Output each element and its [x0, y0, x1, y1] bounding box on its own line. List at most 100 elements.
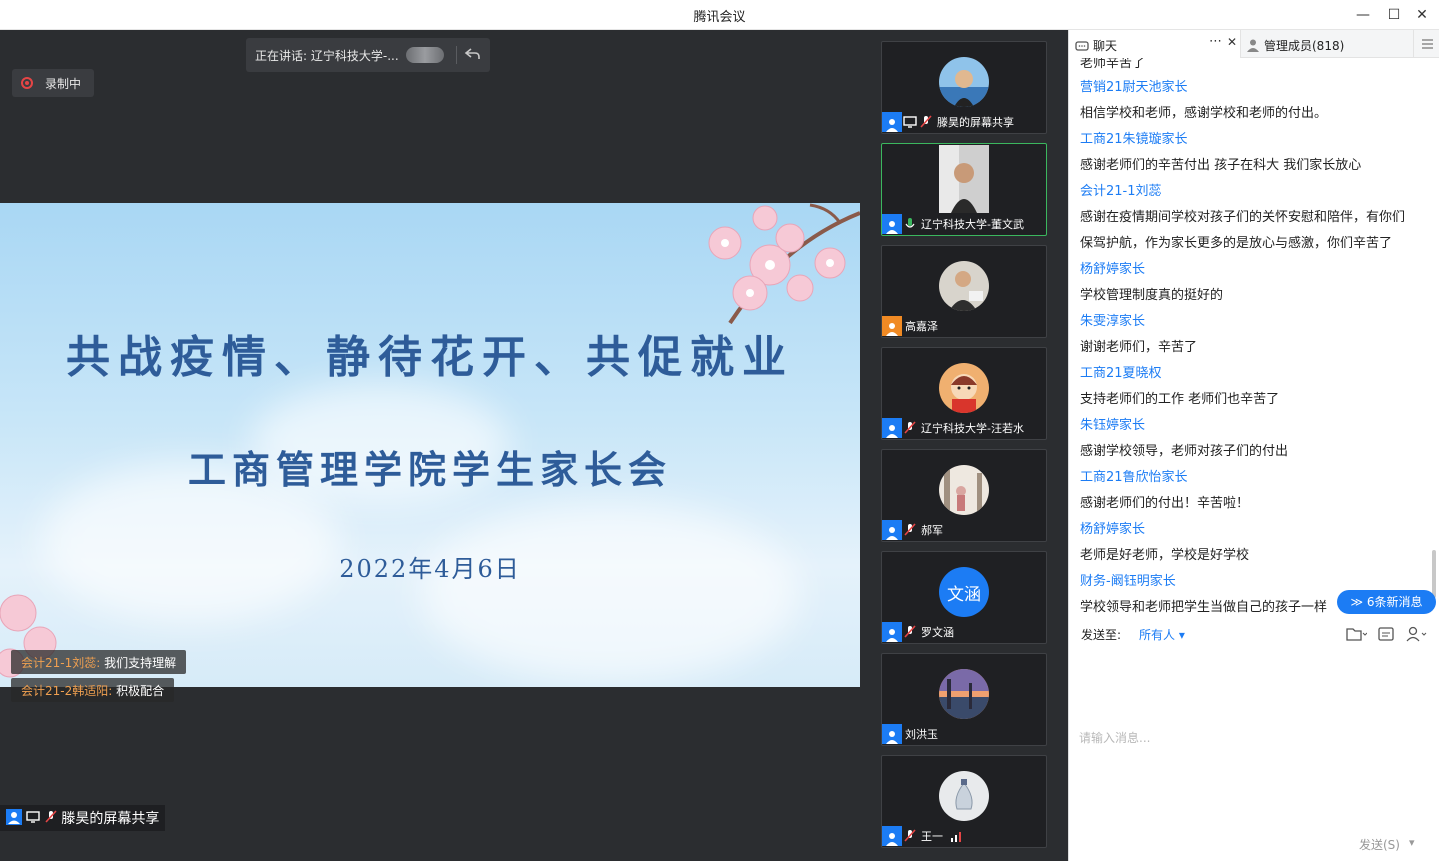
tile-info-bar: 王一	[882, 826, 965, 846]
message-sender[interactable]: 工商21朱镜璇家长	[1080, 128, 1188, 147]
message-text: 感谢老师们的辛苦付出 孩子在科大 我们家长放心	[1080, 158, 1362, 173]
more-icon[interactable]: ⋯	[1209, 34, 1222, 49]
user-icon	[882, 622, 902, 642]
cherry-blossom-branch	[708, 203, 860, 325]
participant-avatar	[939, 363, 989, 413]
user-icon	[882, 418, 902, 438]
participant-name: 刘洪玉	[905, 728, 938, 741]
user-icon	[882, 520, 902, 540]
shared-slide: 共战疫情、静待花开、共促就业 工商管理学院学生家长会 2022年4月6日	[0, 203, 860, 687]
danmu-message: 会计21-1刘蕊: 我们支持理解	[11, 650, 187, 674]
danmu-sender: 会计21-2韩适阳:	[21, 684, 113, 698]
message-sender[interactable]: 营销21尉天池家长	[1080, 76, 1188, 95]
send-button[interactable]: 发送(S)	[1359, 836, 1400, 853]
cloud-decoration	[420, 503, 800, 683]
mic-muted-icon	[902, 623, 918, 641]
tile-info-bar: 刘洪玉	[882, 724, 938, 744]
participant-name: 罗文涵	[921, 626, 954, 639]
window-title: 腾讯会议	[693, 10, 746, 25]
tile-info-bar: 罗文涵	[882, 622, 954, 642]
participant-tile[interactable]: 滕昊的屏幕共享	[881, 41, 1047, 134]
send-to-dropdown[interactable]: 所有人 ▾	[1139, 626, 1185, 643]
mic-muted-icon	[918, 113, 934, 131]
close-chat-icon[interactable]: ✕	[1227, 35, 1237, 49]
participant-tile[interactable]: 辽宁科技大学-汪若水	[881, 347, 1047, 440]
message-sender[interactable]: 朱钰婷家长	[1080, 414, 1145, 433]
meeting-window: 腾讯会议 — ☐ ✕ 正在讲话: 辽宁科技大学-... 录制中 共战疫情、静待花…	[0, 0, 1439, 861]
signal-strength-icon	[949, 827, 965, 845]
message-sender[interactable]: 杨舒婷家长	[1080, 258, 1145, 277]
message-sender[interactable]: 工商21鲁欣怡家长	[1080, 466, 1188, 485]
tab-chat-label: 聊天	[1093, 39, 1118, 53]
participant-avatar	[939, 771, 989, 821]
participant-tile[interactable]: 文涵 罗文涵	[881, 551, 1047, 644]
participant-tile-active[interactable]: 辽宁科技大学-董文武	[881, 143, 1047, 236]
send-options-icon[interactable]: ▾	[1409, 836, 1415, 849]
participant-tile[interactable]: 刘洪玉	[881, 653, 1047, 746]
speaking-text: 正在讲话: 辽宁科技大学-...	[255, 49, 399, 63]
chat-input[interactable]	[1079, 648, 1429, 828]
member-settings-icon[interactable]	[1405, 625, 1427, 643]
participant-name: 辽宁科技大学-董文武	[921, 218, 1024, 231]
chat-scrollbar[interactable]	[1432, 550, 1436, 598]
danmu-text: 我们支持理解	[104, 656, 177, 670]
recording-badge[interactable]: 录制中	[12, 69, 94, 97]
close-button[interactable]: ✕	[1411, 4, 1433, 26]
message-text-partial: 老师辛苦了	[1080, 58, 1146, 71]
return-icon[interactable]	[464, 45, 482, 63]
participant-name: 高嘉泽	[905, 320, 938, 333]
main-stage: 正在讲话: 辽宁科技大学-... 录制中 共战疫情、静待花开、共促就业 工商管理…	[0, 30, 860, 861]
message-sender[interactable]: 工商21夏晓权	[1080, 362, 1162, 381]
participant-tile[interactable]: 高嘉泽	[881, 245, 1047, 338]
participant-avatar	[939, 465, 989, 515]
participant-avatar	[939, 57, 989, 107]
file-icon[interactable]	[1345, 625, 1368, 643]
announcement-icon[interactable]	[1377, 625, 1399, 643]
mic-muted-icon	[902, 521, 918, 539]
message-list[interactable]: 老师辛苦了 营销21尉天池家长 相信学校和老师，感谢学校和老师的付出。 工商21…	[1069, 58, 1429, 618]
message-sender[interactable]: 杨舒婷家长	[1080, 518, 1145, 537]
message-text: 支持老师们的工作 老师们也辛苦了	[1080, 392, 1280, 407]
message-text: 感谢学校领导，老师对孩子们的付出	[1080, 444, 1289, 459]
user-icon	[6, 809, 22, 829]
message-sender[interactable]: 会计21-1刘蕊	[1080, 180, 1162, 199]
participant-tile[interactable]: 郝军	[881, 449, 1047, 542]
tile-info-bar: 郝军	[882, 520, 943, 540]
participant-name: 辽宁科技大学-汪若水	[921, 422, 1024, 435]
slide-title: 共战疫情、静待花开、共促就业	[66, 332, 794, 383]
speaker-avatars-blurred	[406, 47, 444, 63]
danmu-message: 会计21-2韩适阳: 积极配合	[11, 678, 175, 702]
participant-avatar-text: 文涵	[939, 567, 989, 617]
maximize-button[interactable]: ☐	[1383, 4, 1405, 26]
danmu-text: 积极配合	[116, 684, 165, 698]
message-text: 学校领导和老师把学生当做自己的孩子一样	[1080, 600, 1328, 615]
panel-menu-icon[interactable]	[1413, 30, 1439, 58]
screen-share-icon	[26, 811, 41, 827]
slide-subtitle: 工商管理学院学生家长会	[187, 447, 672, 492]
screen-share-name: 滕昊的屏幕共享	[61, 811, 160, 827]
user-icon	[882, 112, 902, 132]
message-sender[interactable]: 朱雯淳家长	[1080, 310, 1145, 329]
speaking-indicator: 正在讲话: 辽宁科技大学-...	[246, 38, 490, 72]
message-text: 老师是好老师，学校是好学校	[1080, 548, 1250, 563]
message-text: 感谢在疫情期间学校对孩子们的关怀安慰和陪伴，有你们	[1080, 210, 1406, 225]
tab-members-label: 管理成员(818)	[1264, 39, 1345, 53]
tile-info-bar: 辽宁科技大学-汪若水	[882, 418, 1024, 438]
screen-share-icon	[902, 113, 918, 131]
participant-name: 滕昊的屏幕共享	[937, 116, 1014, 129]
message-sender[interactable]: 财务-阚钰明家长	[1080, 570, 1176, 589]
minimize-button[interactable]: —	[1352, 4, 1374, 26]
tile-info-bar: 辽宁科技大学-董文武	[882, 214, 1024, 234]
new-messages-button[interactable]: ≫ 6条新消息	[1337, 590, 1436, 614]
tab-members[interactable]: 管理成员(818)	[1242, 30, 1412, 58]
title-bar: 腾讯会议 — ☐ ✕	[0, 0, 1439, 30]
divider	[456, 46, 457, 64]
mic-muted-icon	[902, 827, 918, 845]
mic-muted-icon	[45, 810, 57, 828]
message-text: 学校管理制度真的挺好的	[1080, 288, 1224, 303]
participant-name: 王一	[921, 830, 943, 843]
send-target-bar: 发送至: 所有人 ▾	[1069, 620, 1439, 650]
participant-avatar	[939, 261, 989, 311]
tab-chat[interactable]: 聊天 ⋯ ✕	[1069, 30, 1241, 58]
participant-tile[interactable]: 王一	[881, 755, 1047, 848]
